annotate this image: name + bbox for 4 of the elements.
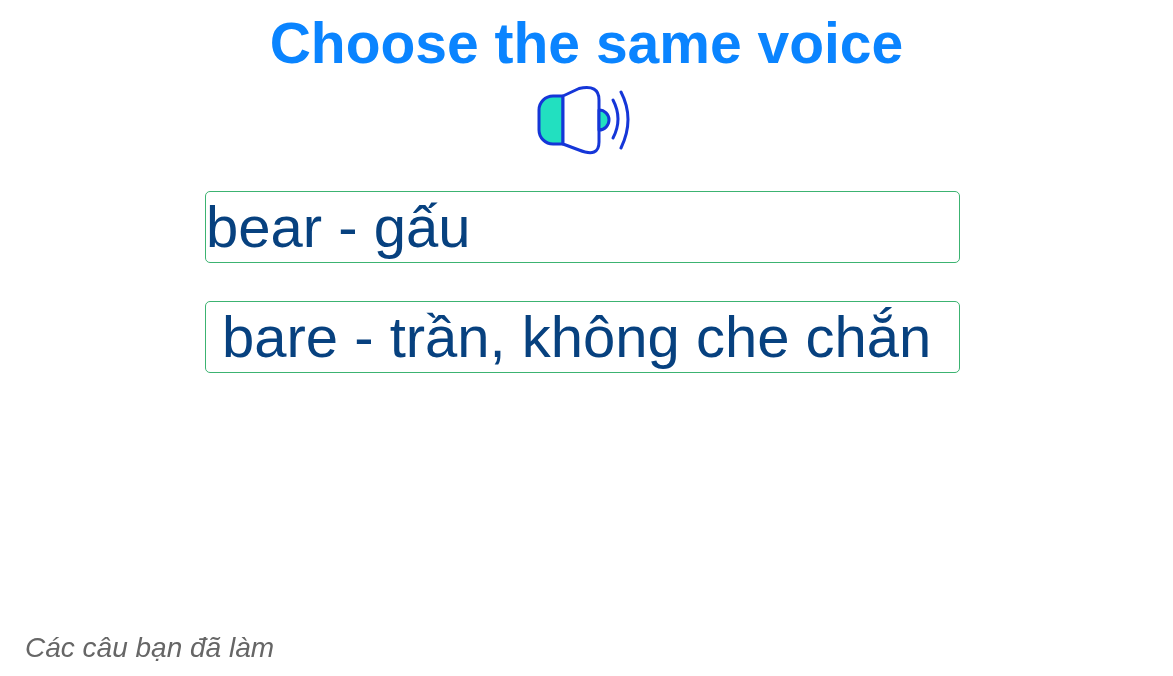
answer-option[interactable]: bare - trần, không che chắn: [205, 301, 960, 373]
answer-option[interactable]: bear - gấu: [205, 191, 960, 263]
page-title: Choose the same voice: [269, 10, 904, 76]
done-questions-link[interactable]: Các câu bạn đã làm: [25, 627, 275, 669]
